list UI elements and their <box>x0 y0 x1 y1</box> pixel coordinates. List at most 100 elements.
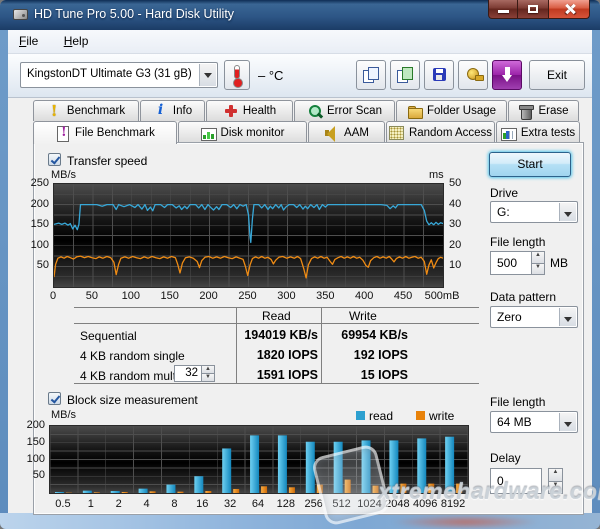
tab-info[interactable]: Info <box>140 100 205 121</box>
menu-file[interactable]: File <box>8 30 49 52</box>
col-header-read: Read <box>262 309 291 323</box>
close-button[interactable] <box>548 0 590 19</box>
chevron-down-icon[interactable] <box>199 64 216 86</box>
spinner-up-icon[interactable]: ▲ <box>548 468 563 482</box>
spinner-down-icon[interactable]: ▼ <box>531 264 545 276</box>
file-length-top-label: File length <box>490 235 545 249</box>
seq-write-value: 69954 KB/s <box>324 328 408 342</box>
file-benchmark-page: Transfer speed Start MB/s ms Read Write … <box>33 142 584 515</box>
minimize-button[interactable] <box>488 0 518 19</box>
spinner-down-icon[interactable]: ▼ <box>201 374 215 382</box>
rand-single-write-value: 192 IOPS <box>324 348 408 362</box>
queue-depth-spinner[interactable]: 32 ▲▼ <box>174 365 202 382</box>
close-icon <box>564 3 576 15</box>
tab-folder-usage[interactable]: Folder Usage <box>396 100 507 121</box>
axis-tick-label: 150 <box>27 436 45 448</box>
axis-tick-label: 8 <box>171 498 177 510</box>
spinner-up-icon[interactable]: ▲ <box>531 251 545 264</box>
file-length-input[interactable]: 500 ▲▼ <box>490 251 532 275</box>
axis-tick-label: 1024 <box>357 498 381 510</box>
chevron-down-icon[interactable] <box>559 308 576 326</box>
row-label-sequential: Sequential <box>80 329 137 343</box>
thermometer-icon <box>234 65 240 79</box>
tab-erase[interactable]: Erase <box>508 100 579 121</box>
tab-extra-tests[interactable]: Extra tests <box>496 121 580 143</box>
extra-tests-icon <box>501 126 516 140</box>
tab-error-scan[interactable]: Error Scan <box>294 100 395 121</box>
axis-tick-label: 128 <box>277 498 295 510</box>
health-icon <box>223 104 238 118</box>
drive-label: Drive <box>490 186 518 200</box>
menu-help[interactable]: Help <box>53 30 100 52</box>
table-line <box>321 307 322 383</box>
file-length-bottom-select[interactable]: 64 MB <box>490 411 578 433</box>
axis-tick-label: 256 <box>305 498 323 510</box>
axis-tick-label: 20 <box>449 239 461 251</box>
axis-tick-label: 512 <box>332 498 350 510</box>
axis-tick-label: 150 <box>161 290 179 302</box>
save-button[interactable] <box>424 60 454 90</box>
tab-health[interactable]: Health <box>206 100 293 121</box>
chevron-down-icon[interactable] <box>559 203 576 221</box>
axis-tick-label: 500mB <box>425 290 460 302</box>
chevron-down-icon[interactable] <box>559 413 576 431</box>
rand-single-read-value: 1820 IOPS <box>224 348 318 362</box>
disk-monitor-icon <box>201 126 216 140</box>
start-button[interactable]: Start <box>489 152 571 177</box>
tab-file-benchmark[interactable]: File Benchmark <box>33 121 177 144</box>
axis-tick-label: 50 <box>86 290 98 302</box>
copy-icon <box>363 67 379 83</box>
axis-tick-label: 350 <box>316 290 334 302</box>
axis-tick-label: 2 <box>116 498 122 510</box>
transfer-speed-checkbox[interactable] <box>48 153 61 166</box>
erase-icon <box>518 104 533 118</box>
axis-tick-label: 400 <box>355 290 373 302</box>
device-selector[interactable]: KingstonDT Ultimate G3 (31 gB) <box>20 62 218 88</box>
write-legend-swatch <box>416 411 425 420</box>
delay-input[interactable]: 0 <box>490 468 542 494</box>
axis-tick-label: 50 <box>33 469 45 481</box>
col-header-write: Write <box>349 309 377 323</box>
tab-benchmark[interactable]: Benchmark <box>33 100 139 121</box>
transfer-speed-chart <box>53 183 444 288</box>
tab-row-main: Benchmark Info Health Error Scan Folder … <box>33 100 580 121</box>
tab-disk-monitor[interactable]: Disk monitor <box>178 121 307 143</box>
drive-select[interactable]: G: <box>490 201 578 223</box>
axis-tick-label: 16 <box>196 498 208 510</box>
axis-tick-label: 0 <box>50 290 56 302</box>
data-pattern-select[interactable]: Zero <box>490 306 578 328</box>
axis-tick-label: 50 <box>449 177 461 189</box>
hd-tune-window: HD Tune Pro 5.00 - Hard Disk Utility Fil… <box>0 0 600 529</box>
read-legend-swatch <box>356 411 365 420</box>
maximize-button[interactable] <box>518 0 548 19</box>
download-button[interactable] <box>492 60 522 90</box>
seq-read-value: 194019 KB/s <box>224 328 318 342</box>
license-button[interactable] <box>458 60 488 90</box>
axis-tick-label: 64 <box>252 498 264 510</box>
titlebar[interactable]: HD Tune Pro 5.00 - Hard Disk Utility <box>0 0 600 30</box>
axis-tick-label: 200 <box>199 290 217 302</box>
speaker-icon <box>324 126 339 140</box>
spinner-up-icon[interactable]: ▲ <box>201 365 215 374</box>
temperature-readout: – °C <box>258 68 283 83</box>
exit-button[interactable]: Exit <box>529 60 585 90</box>
spinner-down-icon[interactable]: ▼ <box>548 482 563 495</box>
rand-multi-write-value: 15 IOPS <box>324 368 408 382</box>
copy-image-button[interactable] <box>390 60 420 90</box>
block-size-chart <box>49 425 469 494</box>
axis-tick-label: 100 <box>27 453 45 465</box>
delay-label: Delay <box>490 451 521 465</box>
axis-tick-label: 30 <box>449 218 461 230</box>
tab-random-access[interactable]: Random Access <box>386 121 495 143</box>
minimize-icon <box>498 10 509 13</box>
write-legend-label: write <box>429 409 454 423</box>
transfer-speed-label: Transfer speed <box>67 154 147 168</box>
copy-button[interactable] <box>356 60 386 90</box>
block-size-checkbox[interactable] <box>48 392 61 405</box>
tab-aam[interactable]: AAM <box>308 121 385 143</box>
copy-image-icon <box>397 67 413 83</box>
axis-tick-label: 300 <box>277 290 295 302</box>
axis-tick-label: 32 <box>224 498 236 510</box>
delay-spinner[interactable]: ▲▼ <box>548 468 563 494</box>
temperature-button[interactable] <box>224 60 250 90</box>
